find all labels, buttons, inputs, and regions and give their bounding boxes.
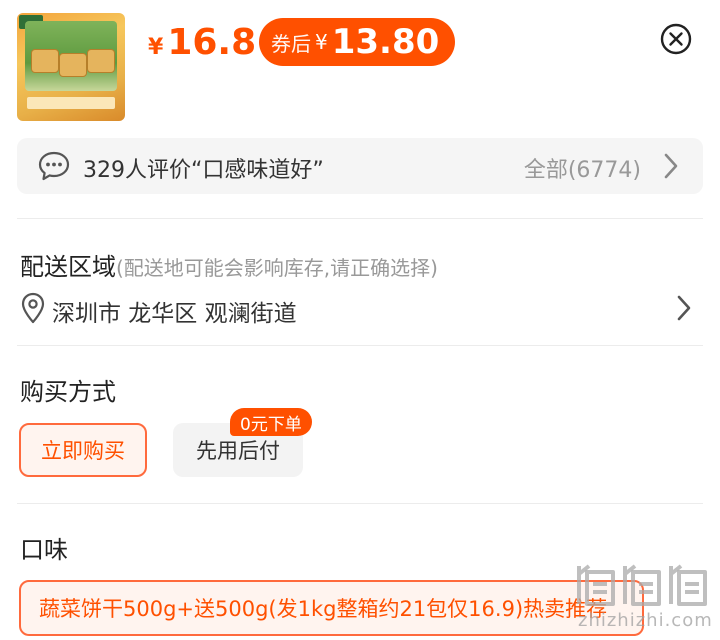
cracker-graphic bbox=[87, 49, 115, 73]
watermark-text: zhizhizhi.com bbox=[578, 610, 713, 631]
review-summary-bar[interactable]: 329人评价“口感味道好” 全部(6774) bbox=[17, 138, 703, 194]
delivery-address[interactable]: 深圳市 龙华区 观澜街道 bbox=[52, 294, 297, 328]
purchase-section-title: 购买方式 bbox=[20, 378, 116, 406]
location-pin-icon bbox=[21, 292, 45, 324]
buy-now-option[interactable]: 立即购买 bbox=[19, 423, 147, 477]
coupon-currency-symbol: ¥ bbox=[315, 30, 328, 54]
cracker-graphic bbox=[31, 49, 59, 73]
chevron-right-icon bbox=[664, 153, 678, 179]
package-graphic bbox=[25, 21, 117, 91]
coupon-price-value: 13.80 bbox=[331, 22, 440, 62]
pay-later-badge: 0元下单 bbox=[230, 408, 312, 436]
all-reviews-link[interactable]: 全部(6774) bbox=[524, 152, 641, 184]
flavor-option[interactable]: 蔬菜饼干500g+送500g(发1kg整箱约21包仅16.9)热卖推荐 bbox=[19, 580, 644, 636]
flavor-section-title: 口味 bbox=[20, 536, 68, 564]
divider bbox=[17, 503, 703, 504]
delivery-hint: (配送地可能会影响库存,请正确选择) bbox=[116, 256, 438, 280]
chat-bubble-icon bbox=[38, 151, 70, 181]
product-thumbnail[interactable] bbox=[17, 13, 125, 121]
review-summary-text: 329人评价“口感味道好” bbox=[83, 158, 324, 183]
close-icon[interactable] bbox=[660, 23, 692, 55]
watermark-logo-icon bbox=[577, 564, 707, 606]
currency-symbol: ¥ bbox=[148, 35, 164, 60]
cracker-graphic bbox=[59, 53, 87, 77]
delivery-section-title: 配送区域(配送地可能会影响库存,请正确选择) bbox=[20, 247, 438, 282]
delivery-title: 配送区域 bbox=[20, 253, 116, 281]
package-label-strip bbox=[27, 97, 115, 109]
coupon-label: 券后 bbox=[271, 31, 311, 56]
original-price: ¥16.8 bbox=[148, 22, 256, 63]
divider bbox=[17, 218, 703, 219]
coupon-price-badge: 券后 ¥ 13.80 bbox=[259, 18, 456, 66]
divider bbox=[17, 345, 703, 346]
price-value: 16.8 bbox=[167, 22, 257, 63]
chevron-right-icon[interactable] bbox=[676, 294, 692, 322]
